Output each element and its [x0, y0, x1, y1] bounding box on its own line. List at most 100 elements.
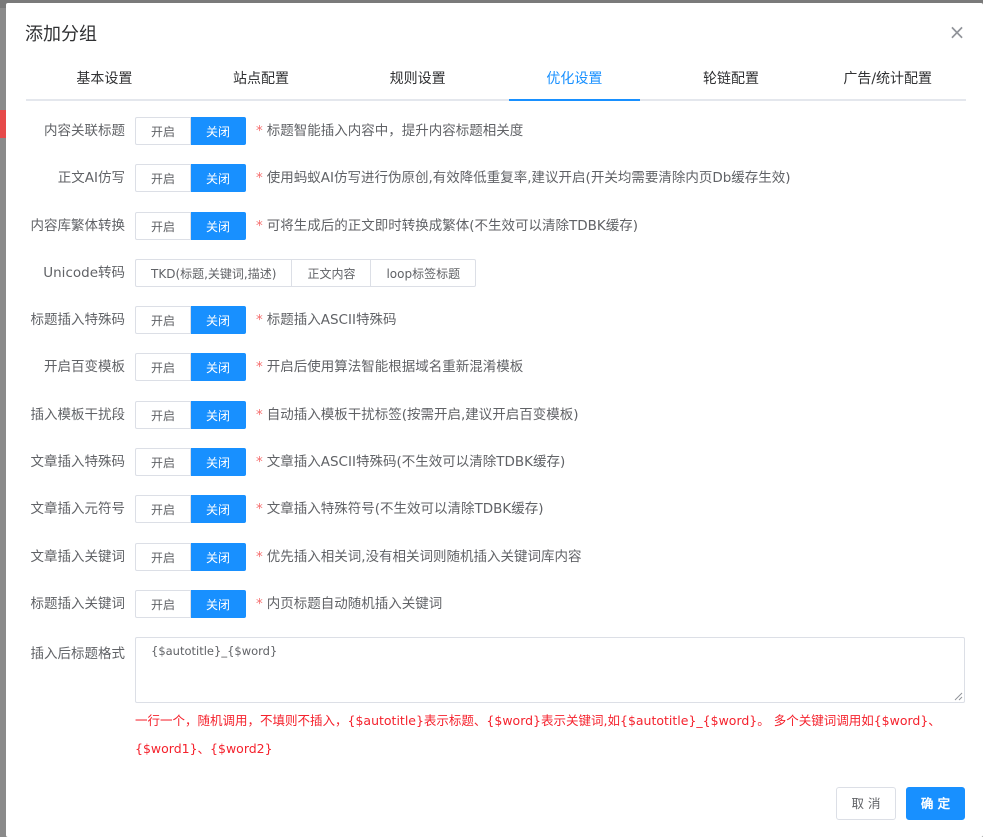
- hint-text: 文章插入特殊符号(不生效可以清除TDBK缓存): [266, 501, 544, 518]
- title-format-textarea[interactable]: {$autotitle}_{$word}: [135, 637, 965, 703]
- tab-ad-stats-config[interactable]: 广告/统计配置: [809, 61, 966, 99]
- required-star: *: [256, 359, 263, 376]
- toggle-on-button[interactable]: 开启: [135, 495, 192, 524]
- toggle-on-button[interactable]: 开启: [135, 117, 192, 145]
- tab-basic-settings[interactable]: 基本设置: [26, 61, 183, 99]
- toggle-group: 开启 关闭: [135, 400, 247, 429]
- toggle-off-button[interactable]: 关闭: [191, 400, 247, 429]
- toggle-on-button[interactable]: 开启: [135, 353, 192, 382]
- toggle-off-button[interactable]: 关闭: [191, 306, 247, 335]
- row-label: Unicode转码: [43, 264, 125, 281]
- tab-site-config[interactable]: 站点配置: [183, 61, 340, 99]
- row-label: 插入模板干扰段: [30, 406, 126, 423]
- toggle-group: 开启 关闭: [135, 306, 247, 335]
- required-star: *: [256, 170, 263, 187]
- row-label: 标题插入关键词: [30, 595, 126, 612]
- tab-rule-settings[interactable]: 规则设置: [339, 61, 496, 99]
- row-hint: * 内页标题自动随机插入关键词: [256, 590, 442, 618]
- settings-form: 内容关联标题 开启 关闭 * 标题智能插入内容中，提升内容标题相关度 正文AI仿写…: [6, 115, 983, 635]
- toggle-group: 开启 关闭: [135, 211, 247, 240]
- toggle-off-button[interactable]: 关闭: [191, 589, 247, 618]
- settings-tabs: 基本设置 站点配置 规则设置 优化设置 轮链配置 广告/统计配置: [26, 61, 966, 101]
- toggle-on-button[interactable]: 开启: [135, 400, 192, 429]
- toggle-group: 开启 关闭: [135, 589, 247, 618]
- form-row-title-keywords: 标题插入关键词 开启 关闭 * 内页标题自动随机插入关键词: [6, 588, 983, 635]
- required-star: *: [256, 312, 263, 329]
- form-row-title-special-code: 标题插入特殊码 开启 关闭 * 标题插入ASCII特殊码: [6, 304, 983, 351]
- tab-optimization-settings[interactable]: 优化设置: [496, 61, 653, 101]
- row-hint: * 标题智能插入内容中，提升内容标题相关度: [256, 117, 523, 145]
- toggle-off-button[interactable]: 关闭: [191, 164, 247, 193]
- toggle-on-button[interactable]: 开启: [135, 306, 192, 335]
- row-label: 正文AI仿写: [57, 170, 125, 187]
- row-label: 内容库繁体转换: [30, 217, 126, 234]
- toggle-off-button[interactable]: 关闭: [191, 211, 247, 240]
- required-star: *: [256, 217, 263, 234]
- row-hint: * 可将生成后的正文即时转换成繁体(不生效可以清除TDBK缓存): [256, 212, 638, 240]
- unicode-option-loop-title[interactable]: loop标签标题: [371, 258, 477, 287]
- row-label: 标题插入特殊码: [30, 312, 126, 329]
- unicode-option-tkd[interactable]: TKD(标题,关键词,描述): [135, 258, 293, 287]
- toggle-group: 开启 关闭: [135, 542, 247, 571]
- hint-text: 开启后使用算法智能根据域名重新混淆模板: [266, 359, 524, 376]
- toggle-group: 开启 关闭: [135, 495, 247, 524]
- hint-text: 文章插入ASCII特殊码(不生效可以清除TDBK缓存): [266, 454, 566, 471]
- toggle-on-button[interactable]: 开启: [135, 589, 192, 618]
- toggle-off-button[interactable]: 关闭: [191, 542, 247, 571]
- toggle-on-button[interactable]: 开启: [135, 164, 192, 193]
- form-row-template-noise: 插入模板干扰段 开启 关闭 * 自动插入模板干扰标签(按需开启,建议开启百变模板): [6, 399, 983, 446]
- form-row-article-keywords: 文章插入关键词 开启 关闭 * 优先插入相关词,没有相关词则随机插入关键词库内容: [6, 541, 983, 588]
- row-hint: * 开启后使用算法智能根据域名重新混淆模板: [256, 353, 523, 381]
- hint-text: 标题智能插入内容中，提升内容标题相关度: [266, 123, 524, 139]
- row-label: 文章插入关键词: [30, 548, 126, 565]
- toggle-off-button[interactable]: 关闭: [191, 495, 247, 524]
- dialog-title: 添加分组: [25, 24, 97, 45]
- required-star: *: [256, 501, 263, 518]
- form-row-content-related-title: 内容关联标题 开启 关闭 * 标题智能插入内容中，提升内容标题相关度: [6, 115, 983, 162]
- hint-text: 优先插入相关词,没有相关词则随机插入关键词库内容: [266, 548, 582, 565]
- add-group-dialog: 添加分组 × 基本设置 站点配置 规则设置 优化设置 轮链配置 广告/统计配置 …: [6, 3, 983, 837]
- cancel-button[interactable]: 取 消: [836, 787, 896, 820]
- form-row-article-symbols: 文章插入元符号 开启 关闭 * 文章插入特殊符号(不生效可以清除TDBK缓存): [6, 493, 983, 540]
- row-label: 开启百变模板: [44, 359, 125, 376]
- required-star: *: [256, 406, 263, 423]
- title-format-help: 一行一个，随机调用，不填则不插入，{$autotitle}表示标题、{$word…: [135, 713, 941, 756]
- row-label: 内容关联标题: [44, 123, 125, 139]
- toggle-on-button[interactable]: 开启: [135, 448, 192, 477]
- toggle-off-button[interactable]: 关闭: [191, 117, 247, 145]
- form-row-traditional-conversion: 内容库繁体转换 开启 关闭 * 可将生成后的正文即时转换成繁体(不生效可以清除TD…: [6, 210, 983, 257]
- form-row-article-special-code: 文章插入特殊码 开启 关闭 * 文章插入ASCII特殊码(不生效可以清除TDBK缓…: [6, 446, 983, 493]
- required-star: *: [256, 548, 263, 565]
- toggle-on-button[interactable]: 开启: [135, 211, 192, 240]
- hint-text: 可将生成后的正文即时转换成繁体(不生效可以清除TDBK缓存): [266, 217, 639, 234]
- form-row-unicode-encoding: Unicode转码 TKD(标题,关键词,描述) 正文内容 loop标签标题: [6, 257, 983, 304]
- required-star: *: [256, 123, 263, 139]
- row-hint: * 标题插入ASCII特殊码: [256, 306, 396, 334]
- hint-text: 自动插入模板干扰标签(按需开启,建议开启百变模板): [266, 406, 579, 423]
- row-hint: * 文章插入ASCII特殊码(不生效可以清除TDBK缓存): [256, 448, 565, 476]
- toggle-group: 开启 关闭: [135, 164, 247, 193]
- row-hint: * 自动插入模板干扰标签(按需开启,建议开启百变模板): [256, 401, 579, 429]
- toggle-off-button[interactable]: 关闭: [191, 353, 247, 382]
- toggle-group: 开启 关闭: [135, 117, 247, 145]
- hint-text: 标题插入ASCII特殊码: [266, 312, 397, 329]
- row-hint: * 文章插入特殊符号(不生效可以清除TDBK缓存): [256, 495, 544, 523]
- required-star: *: [256, 595, 263, 612]
- title-format-label: 插入后标题格式: [30, 646, 126, 662]
- toggle-off-button[interactable]: 关闭: [191, 448, 247, 477]
- toggle-on-button[interactable]: 开启: [135, 542, 192, 571]
- confirm-button[interactable]: 确 定: [906, 787, 965, 820]
- unicode-option-body[interactable]: 正文内容: [292, 258, 372, 287]
- row-hint: * 优先插入相关词,没有相关词则随机插入关键词库内容: [256, 543, 582, 571]
- tab-link-wheel-config[interactable]: 轮链配置: [653, 61, 810, 99]
- row-hint: * 使用蚂蚁AI仿写进行伪原创,有效降低重复率,建议开启(开关均需要清除内页Db缓…: [256, 164, 791, 192]
- toggle-group: 开启 关闭: [135, 448, 247, 477]
- hint-text: 使用蚂蚁AI仿写进行伪原创,有效降低重复率,建议开启(开关均需要清除内页Db缓存…: [266, 170, 791, 187]
- hint-text: 内页标题自动随机插入关键词: [266, 595, 443, 612]
- required-star: *: [256, 454, 263, 471]
- form-row-variable-template: 开启百变模板 开启 关闭 * 开启后使用算法智能根据域名重新混淆模板: [6, 351, 983, 398]
- close-icon[interactable]: ×: [946, 21, 968, 43]
- unicode-option-group: TKD(标题,关键词,描述) 正文内容 loop标签标题: [135, 258, 477, 287]
- row-label: 文章插入元符号: [30, 501, 126, 518]
- resize-grip-icon[interactable]: [954, 692, 963, 701]
